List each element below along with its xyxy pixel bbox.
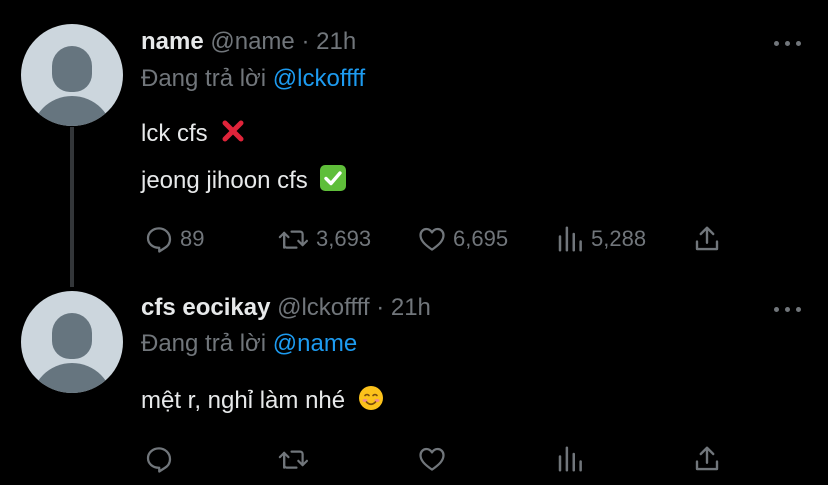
like-button[interactable]: 6,695 [417,224,508,254]
tweet-text-line: jeong jihoon cfs [141,165,347,198]
tweet-actions [141,444,741,474]
mention-link[interactable]: @lckoffff [273,65,365,92]
share-icon [695,226,719,251]
share-icon [695,446,719,471]
reply-count: 89 [180,226,205,251]
like-count: 6,695 [453,226,509,251]
share-button[interactable] [692,444,722,474]
reply-button[interactable]: 89 [144,224,204,254]
reply-icon [146,227,172,253]
tweet-header: cfs eocikay @lckoffff · 21h [141,294,431,322]
avatar[interactable] [21,24,123,126]
user-handle[interactable]: @name [210,28,294,55]
view-count: 5,288 [591,226,647,251]
retweet-count: 3,693 [316,226,372,251]
thread-connector-line [70,127,74,287]
display-name[interactable]: name [141,28,204,55]
separator-dot: · [301,28,310,55]
retweet-icon [278,450,309,469]
share-button[interactable] [692,224,722,254]
timestamp[interactable]: 21h [316,28,356,55]
tweet-text-line: lck cfs [141,118,246,151]
avatar-head-shape [52,313,92,359]
user-handle[interactable]: @lckoffff [277,294,369,321]
reply-button[interactable] [144,444,180,474]
retweet-icon [278,230,309,249]
display-name[interactable]: cfs eocikay [141,294,270,321]
like-button[interactable] [417,444,453,474]
tweet-text: mệt r, nghỉ làm nhé [141,386,346,414]
tweet-header: name @name · 21h [141,28,356,56]
replying-to: Đang trả lời @name [141,330,357,358]
retweet-button[interactable]: 3,693 [278,224,371,254]
avatar-body-shape [31,363,113,393]
tweet-actions: 89 3,693 6,695 5,288 [141,224,741,254]
check-mark-icon [320,165,347,198]
reply-icon [146,447,172,473]
cross-mark-icon [220,118,246,151]
smiling-face-icon [358,385,384,418]
tweet-text: lck cfs [141,119,208,147]
tweet-text: jeong jihoon cfs [141,166,308,194]
replying-to: Đang trả lời @lckoffff [141,65,365,93]
heart-icon [419,447,445,471]
avatar[interactable] [21,291,123,393]
mention-link[interactable]: @name [273,330,357,357]
timestamp[interactable]: 21h [391,294,431,321]
heart-icon [419,227,445,251]
separator-dot: · [376,294,385,321]
avatar-body-shape [31,96,113,126]
views-button[interactable] [555,444,591,474]
more-options-icon[interactable] [774,38,802,48]
views-button[interactable]: 5,288 [555,224,646,254]
more-options-icon[interactable] [774,304,802,314]
views-chart-icon [558,226,582,252]
retweet-button[interactable] [278,444,316,474]
replying-prefix: Đang trả lời [141,65,267,92]
replying-prefix: Đang trả lời [141,330,267,357]
tweet-text-line: mệt r, nghỉ làm nhé [141,385,384,418]
avatar-head-shape [52,46,92,92]
views-chart-icon [558,446,582,472]
